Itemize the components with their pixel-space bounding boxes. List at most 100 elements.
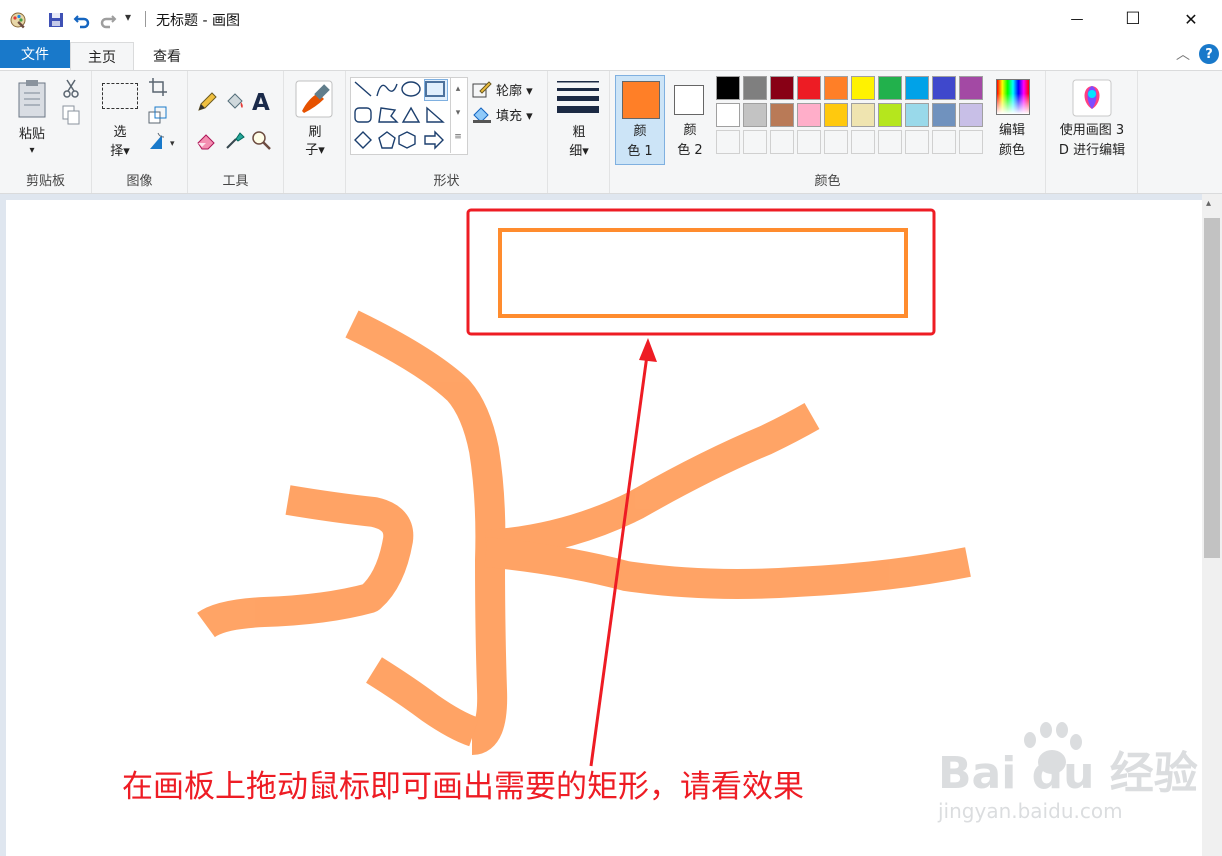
palette-empty-slot[interactable] xyxy=(716,130,740,154)
outline-dropdown[interactable]: 轮廓 ▾ xyxy=(496,80,533,99)
colors-group-label: 颜色 xyxy=(814,174,841,189)
palette-swatch[interactable] xyxy=(932,103,956,127)
palette-swatch[interactable] xyxy=(932,76,956,100)
shapes-selected-highlight xyxy=(424,79,448,101)
palette-swatch[interactable] xyxy=(905,76,929,100)
diamond-shape-icon[interactable] xyxy=(354,131,372,149)
palette-swatch[interactable] xyxy=(851,76,875,100)
file-menu-button[interactable]: 文件 xyxy=(0,40,70,68)
brush-icon xyxy=(295,80,333,118)
color1-button[interactable]: 颜 色 1 xyxy=(615,75,665,165)
palette-swatch[interactable] xyxy=(824,76,848,100)
palette-empty-slot[interactable] xyxy=(959,130,983,154)
drawn-orange-rectangle xyxy=(498,228,908,318)
undo-icon[interactable] xyxy=(72,10,92,30)
line-size-icon xyxy=(557,81,599,113)
magnifier-icon[interactable] xyxy=(250,129,272,151)
palette-empty-slot[interactable] xyxy=(797,130,821,154)
resize-icon[interactable] xyxy=(148,105,168,125)
svg-text:A: A xyxy=(252,90,270,113)
curve-shape-icon[interactable] xyxy=(376,83,398,97)
rounded-rectangle-shape-icon[interactable] xyxy=(354,107,372,123)
cut-icon[interactable] xyxy=(62,79,80,99)
brush-button[interactable]: 刷 子▾ xyxy=(288,77,342,165)
shapes-scrollbar[interactable]: ▴ ▾ ≡ xyxy=(450,77,465,153)
scrollbar-thumb[interactable] xyxy=(1204,218,1220,558)
annotation-text: 在画板上拖动鼠标即可画出需要的矩形，请看效果 xyxy=(122,769,804,805)
brush-stroke-left-hook xyxy=(197,485,414,638)
fill-icon[interactable] xyxy=(472,105,492,123)
freehand-strokes xyxy=(197,310,971,755)
palette-empty-slot[interactable] xyxy=(824,130,848,154)
palette-empty-slot[interactable] xyxy=(770,130,794,154)
palette-swatch[interactable] xyxy=(878,103,902,127)
paint3d-label-bottom: D 进行编辑 xyxy=(1058,143,1126,158)
rotate-icon[interactable]: ▾ xyxy=(148,131,178,151)
brush-stroke-bottom-left xyxy=(366,657,480,747)
fill-bucket-icon[interactable] xyxy=(224,91,246,113)
close-button[interactable]: ✕ xyxy=(1162,0,1220,38)
tab-view[interactable]: 查看 xyxy=(138,42,196,70)
redo-icon[interactable] xyxy=(98,10,118,30)
palette-swatch[interactable] xyxy=(743,103,767,127)
palette-empty-slot[interactable] xyxy=(932,130,956,154)
oval-shape-icon[interactable] xyxy=(401,81,421,97)
color2-swatch xyxy=(674,85,704,115)
palette-swatch[interactable] xyxy=(851,103,875,127)
palette-empty-slot[interactable] xyxy=(905,130,929,154)
color2-button[interactable]: 颜 色 2 xyxy=(669,75,711,165)
size-label-bottom: 细▾ xyxy=(569,144,589,159)
right-arrow-shape-icon[interactable] xyxy=(424,130,444,150)
color-picker-icon[interactable] xyxy=(224,129,246,151)
palette-swatch[interactable] xyxy=(770,76,794,100)
size-button[interactable]: 粗 细▾ xyxy=(554,77,604,167)
canvas-workspace: 在画板上拖动鼠标即可画出需要的矩形，请看效果 Bai du 经验 jingyan… xyxy=(0,194,1222,856)
pentagon-shape-icon[interactable] xyxy=(378,131,396,149)
shapes-group: ▴ ▾ ≡ 轮廓 ▾ 填充 ▾ 形状 xyxy=(346,71,548,193)
palette-swatch[interactable] xyxy=(743,76,767,100)
outline-icon[interactable] xyxy=(472,81,492,99)
triangle-shape-icon[interactable] xyxy=(401,106,421,123)
palette-swatch[interactable] xyxy=(959,103,983,127)
text-tool-icon[interactable]: A xyxy=(250,89,274,113)
tab-home[interactable]: 主页 xyxy=(70,42,134,71)
palette-empty-slot[interactable] xyxy=(743,130,767,154)
palette-swatch[interactable] xyxy=(824,103,848,127)
maximize-button[interactable]: ☐ xyxy=(1104,0,1162,38)
pencil-icon[interactable] xyxy=(196,91,218,113)
hexagon-shape-icon[interactable] xyxy=(398,131,416,149)
image-group-label: 图像 xyxy=(126,174,153,189)
palette-swatch[interactable] xyxy=(905,103,929,127)
maximize-icon: ☐ xyxy=(1125,9,1141,29)
right-triangle-shape-icon[interactable] xyxy=(426,106,445,123)
crop-icon[interactable] xyxy=(148,77,168,97)
palette-swatch[interactable] xyxy=(797,103,821,127)
minimize-button[interactable]: — xyxy=(1048,0,1106,38)
line-shape-icon[interactable] xyxy=(354,81,372,97)
edit-with-paint3d-button[interactable]: 使用画图 3 D 进行编辑 xyxy=(1046,77,1138,167)
qat-dropdown[interactable]: ▾ xyxy=(125,10,131,24)
palette-swatch[interactable] xyxy=(770,103,794,127)
scroll-up-icon[interactable]: ▴ xyxy=(1206,198,1211,209)
save-icon[interactable] xyxy=(46,10,66,30)
fill-dropdown[interactable]: 填充 ▾ xyxy=(496,105,533,124)
help-icon[interactable]: ? xyxy=(1199,44,1219,64)
palette-swatch[interactable] xyxy=(959,76,983,100)
select-button[interactable]: 选 择▾ xyxy=(98,79,142,163)
palette-empty-slot[interactable] xyxy=(878,130,902,154)
palette-swatch[interactable] xyxy=(716,76,740,100)
brush-label-bottom: 子▾ xyxy=(305,143,325,158)
collapse-ribbon-icon[interactable]: ︿ xyxy=(1176,44,1190,64)
paint3d-label-top: 使用画图 3 xyxy=(1059,123,1125,138)
paste-button[interactable]: 粘贴 ▾ xyxy=(8,77,56,161)
palette-swatch[interactable] xyxy=(716,103,740,127)
eraser-icon[interactable] xyxy=(196,129,218,151)
vertical-scrollbar[interactable]: ▴ xyxy=(1202,194,1222,856)
copy-icon[interactable] xyxy=(62,105,80,125)
polygon-shape-icon[interactable] xyxy=(378,107,399,123)
palette-swatch[interactable] xyxy=(878,76,902,100)
palette-swatch[interactable] xyxy=(797,76,821,100)
palette-empty-slot[interactable] xyxy=(851,130,875,154)
edit-colors-button[interactable]: 编辑 颜色 xyxy=(992,77,1032,165)
drawing-canvas[interactable]: 在画板上拖动鼠标即可画出需要的矩形，请看效果 Bai du 经验 jingyan… xyxy=(6,200,1202,856)
